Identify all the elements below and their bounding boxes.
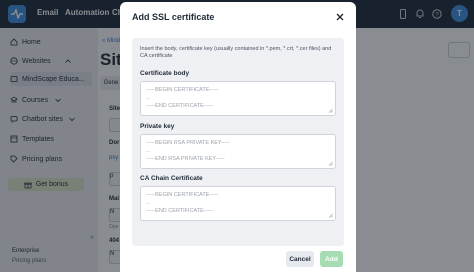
certificate-body-placeholder: -----BEGIN CERTIFICATE----- ... -----END…	[146, 87, 219, 109]
resize-handle-icon[interactable]	[328, 161, 333, 166]
private-key-textarea[interactable]: -----BEGIN RSA PRIVATE KEY----- ... ----…	[140, 134, 336, 169]
resize-handle-icon[interactable]	[328, 108, 333, 113]
ca-chain-label: CA Chain Certificate	[140, 175, 203, 182]
add-ssl-certificate-dialog: Add SSL certificate Insert the body, cer…	[120, 2, 356, 272]
private-key-placeholder: -----BEGIN RSA PRIVATE KEY----- ... ----…	[146, 140, 231, 162]
dialog-body: Insert the body, certificate key (usuall…	[132, 38, 344, 246]
certificate-body-label: Certificate body	[140, 70, 190, 77]
resize-handle-icon[interactable]	[328, 213, 333, 218]
add-button[interactable]: Add	[320, 251, 343, 267]
ca-chain-textarea[interactable]: -----BEGIN CERTIFICATE----- ... -----END…	[140, 186, 336, 221]
close-icon[interactable]	[334, 11, 346, 23]
cancel-button[interactable]: Cancel	[286, 251, 314, 267]
dialog-title: Add SSL certificate	[132, 12, 215, 22]
private-key-label: Private key	[140, 123, 175, 130]
ca-chain-placeholder: -----BEGIN CERTIFICATE----- ... -----END…	[146, 192, 219, 214]
certificate-body-textarea[interactable]: -----BEGIN CERTIFICATE----- ... -----END…	[140, 81, 336, 116]
dialog-instructions: Insert the body, certificate key (usuall…	[140, 46, 332, 59]
